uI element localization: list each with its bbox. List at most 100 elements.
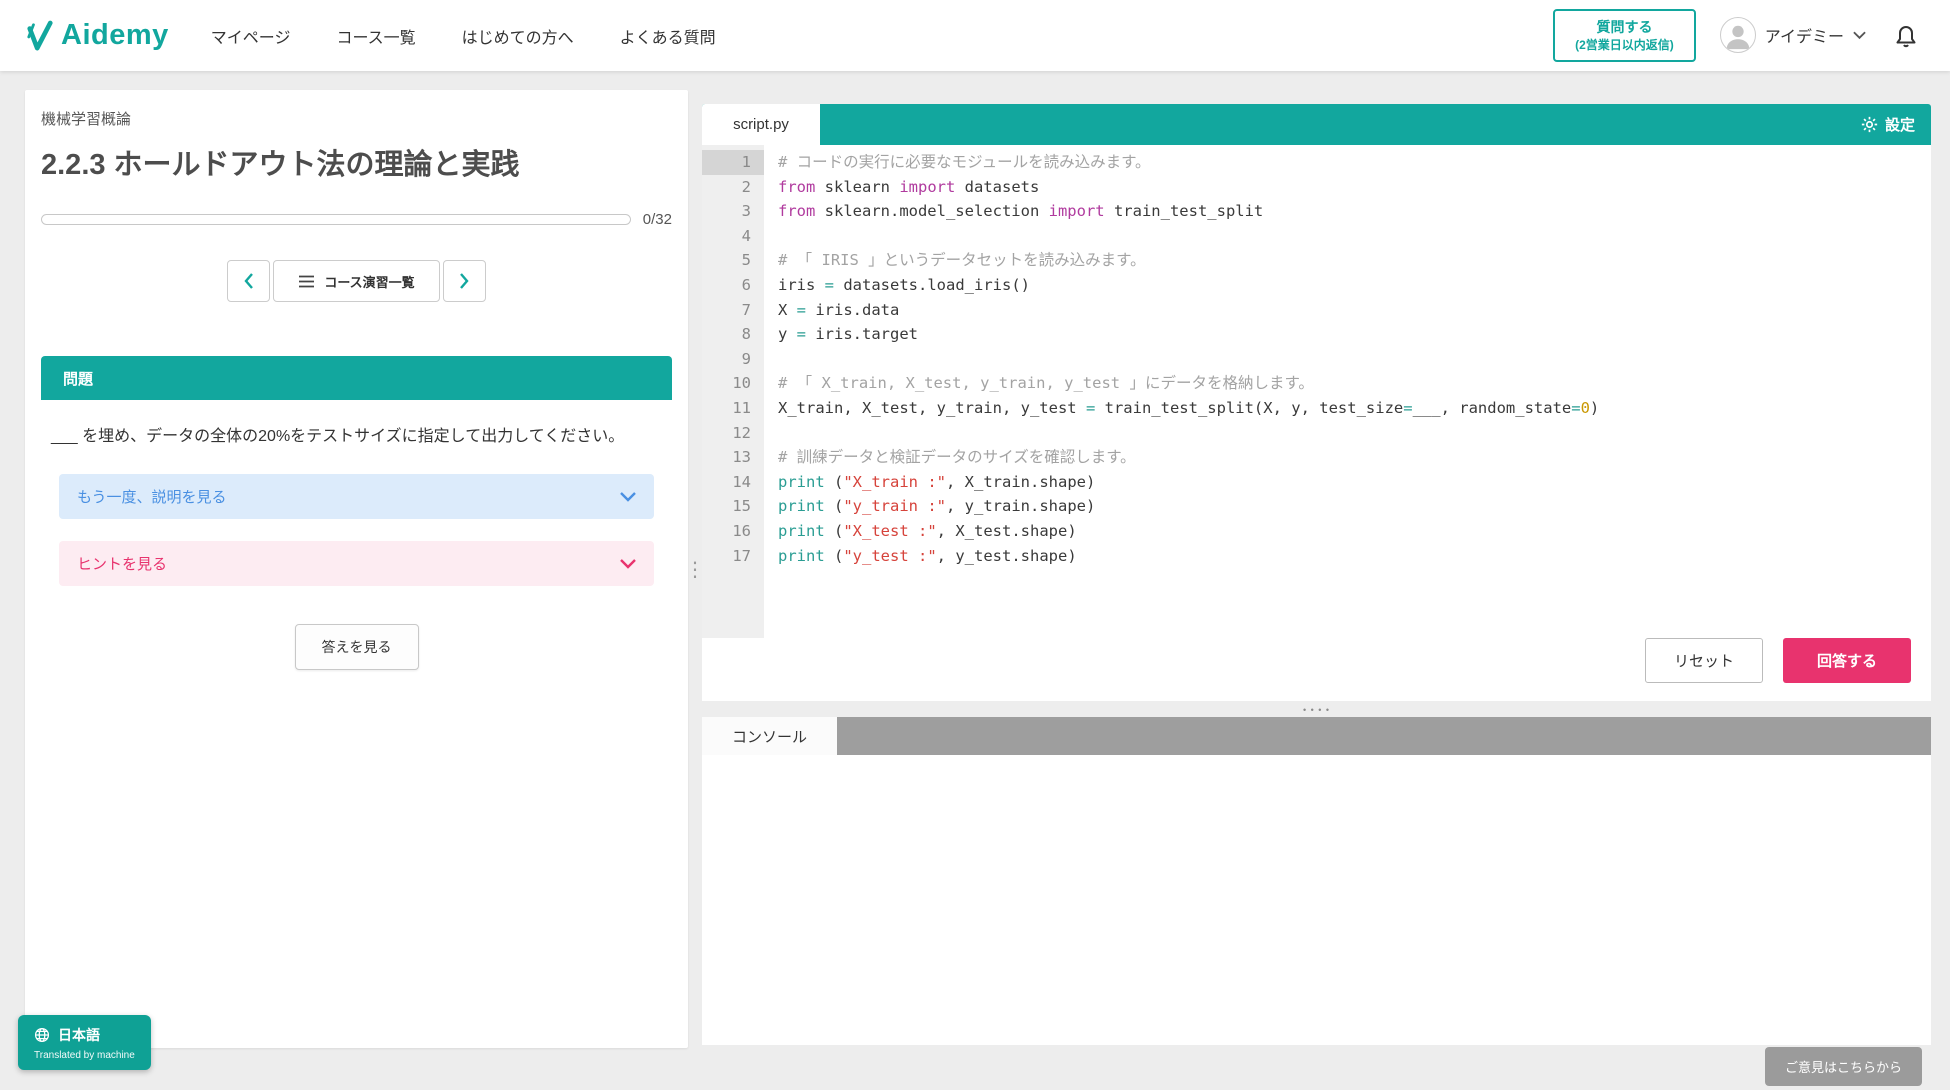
ask-question-button[interactable]: 質問する (2営業日以内返信)	[1553, 9, 1696, 62]
line-number: 10	[702, 371, 764, 396]
line-number: 1	[702, 150, 764, 175]
bell-icon	[1894, 22, 1918, 48]
line-number: 7	[702, 298, 764, 323]
line-number: 13	[702, 445, 764, 470]
code-line[interactable]: from sklearn import datasets	[778, 175, 1931, 200]
progress-label: 0/32	[643, 211, 672, 228]
code-editor[interactable]: 1234567891011121314151617 # コードの実行に必要なモジ…	[702, 145, 1931, 701]
nav-link-beginners[interactable]: はじめての方へ	[462, 24, 574, 48]
editor-panel: script.py 設定 1234567891011121314151617 #…	[702, 104, 1931, 1045]
translation-badge[interactable]: 日本語 Translated by machine	[18, 1015, 151, 1070]
code-line[interactable]: X_train, X_test, y_train, y_test = train…	[778, 396, 1931, 421]
line-number: 17	[702, 544, 764, 569]
top-navbar: Aidemy マイページ コース一覧 はじめての方へ よくある質問 質問する (…	[0, 0, 1950, 71]
settings-label: 設定	[1885, 114, 1915, 135]
code-line[interactable]: # コードの実行に必要なモジュールを読み込みます。	[778, 150, 1931, 175]
feedback-button[interactable]: ご意見はこちらから	[1765, 1047, 1922, 1086]
globe-icon	[34, 1027, 50, 1043]
tab-console[interactable]: コンソール	[702, 717, 837, 755]
line-number: 4	[702, 224, 764, 249]
ask-question-label: 質問する	[1596, 18, 1652, 37]
line-number-gutter: 1234567891011121314151617	[702, 145, 764, 638]
code-line[interactable]	[778, 421, 1931, 446]
notifications-button[interactable]	[1890, 18, 1922, 52]
answer-row: 答えを見る	[41, 624, 672, 670]
code-line[interactable]: iris = datasets.load_iris()	[778, 273, 1931, 298]
show-answer-button[interactable]: 答えを見る	[295, 624, 419, 670]
line-number: 6	[702, 273, 764, 298]
show-explanation-label: もう一度、説明を見る	[77, 486, 227, 507]
console-output	[702, 755, 1931, 1045]
settings-button[interactable]: 設定	[1845, 104, 1931, 145]
code-content[interactable]: # コードの実行に必要なモジュールを読み込みます。from sklearn im…	[764, 145, 1931, 638]
console-tabbar: コンソール	[702, 717, 1931, 755]
chevron-left-icon	[244, 273, 254, 289]
editor-actions: リセット 回答する	[702, 638, 1931, 701]
chevron-down-icon	[620, 492, 636, 502]
code-line[interactable]: print ("X_train :", X_train.shape)	[778, 470, 1931, 495]
code-line[interactable]: print ("y_train :", y_train.shape)	[778, 494, 1931, 519]
line-number: 5	[702, 248, 764, 273]
progress-row: 0/32	[41, 211, 672, 228]
navbar-right: 質問する (2営業日以内返信) アイデミー	[1553, 9, 1922, 62]
translation-note: Translated by machine	[34, 1050, 135, 1061]
line-number: 2	[702, 175, 764, 200]
chevron-right-icon	[459, 273, 469, 289]
line-number: 3	[702, 199, 764, 224]
code-line[interactable]: y = iris.target	[778, 322, 1931, 347]
page-title: 2.2.3 ホールドアウト法の理論と実践	[41, 141, 672, 183]
exercise-pager: コース演習一覧	[41, 260, 672, 302]
code-line[interactable]: from sklearn.model_selection import trai…	[778, 199, 1931, 224]
line-number: 9	[702, 347, 764, 372]
drag-dots-icon	[1303, 700, 1330, 718]
line-number: 12	[702, 421, 764, 446]
person-icon	[1721, 18, 1755, 52]
code-scroll-area[interactable]: 1234567891011121314151617 # コードの実行に必要なモジ…	[702, 145, 1931, 638]
show-hint-toggle[interactable]: ヒントを見る	[59, 541, 654, 586]
account-name: アイデミー	[1765, 23, 1844, 47]
gear-icon	[1861, 116, 1878, 133]
avatar	[1720, 17, 1756, 53]
reset-button[interactable]: リセット	[1645, 638, 1763, 683]
submit-answer-button[interactable]: 回答する	[1783, 638, 1911, 683]
code-line[interactable]: # 「 X_train, X_test, y_train, y_test 」にデ…	[778, 371, 1931, 396]
line-number: 16	[702, 519, 764, 544]
aidemy-logo-text: Aidemy	[61, 19, 169, 52]
tab-script-py[interactable]: script.py	[702, 104, 820, 145]
panel-resize-handle[interactable]	[688, 90, 702, 1048]
code-line[interactable]: print ("y_test :", y_test.shape)	[778, 544, 1931, 569]
lesson-panel: 機械学習概論 2.2.3 ホールドアウト法の理論と実践 0/32 コース演習一覧…	[25, 90, 688, 1048]
code-line[interactable]	[778, 347, 1931, 372]
code-line[interactable]: print ("X_test :", X_test.shape)	[778, 519, 1931, 544]
progress-bar	[41, 214, 631, 225]
nav-link-faq[interactable]: よくある質問	[620, 24, 716, 48]
line-number: 11	[702, 396, 764, 421]
next-exercise-button[interactable]	[443, 260, 486, 302]
breadcrumb[interactable]: 機械学習概論	[41, 108, 672, 129]
code-line[interactable]	[778, 224, 1931, 249]
console-resize-handle[interactable]	[702, 701, 1931, 717]
nav-link-mypage[interactable]: マイページ	[211, 24, 291, 48]
ask-question-sublabel: (2営業日以内返信)	[1575, 37, 1674, 53]
editor-tabbar: script.py 設定	[702, 104, 1931, 145]
aidemy-logo-icon	[26, 20, 54, 52]
list-icon	[298, 275, 315, 288]
course-exercise-list-button[interactable]: コース演習一覧	[273, 260, 439, 302]
line-number: 8	[702, 322, 764, 347]
code-line[interactable]: # 訓練データと検証データのサイズを確認します。	[778, 445, 1931, 470]
show-hint-label: ヒントを見る	[77, 553, 167, 574]
chevron-down-icon	[620, 559, 636, 569]
main-content: 機械学習概論 2.2.3 ホールドアウト法の理論と実践 0/32 コース演習一覧…	[0, 71, 1950, 1048]
problem-text: ___ を埋め、データの全体の20%をテストサイズに指定して出力してください。	[51, 422, 662, 452]
nav-link-course-list[interactable]: コース一覧	[336, 24, 415, 48]
code-line[interactable]: # 「 IRIS 」というデータセットを読み込みます。	[778, 248, 1931, 273]
chevron-down-icon	[1853, 31, 1866, 40]
account-menu[interactable]: アイデミー	[1720, 17, 1866, 53]
code-line[interactable]: X = iris.data	[778, 298, 1931, 323]
prev-exercise-button[interactable]	[227, 260, 270, 302]
course-exercise-list-label: コース演習一覧	[324, 272, 414, 291]
problem-header: 問題	[41, 356, 672, 400]
show-explanation-toggle[interactable]: もう一度、説明を見る	[59, 474, 654, 519]
aidemy-logo[interactable]: Aidemy	[26, 19, 169, 52]
line-number: 14	[702, 470, 764, 495]
